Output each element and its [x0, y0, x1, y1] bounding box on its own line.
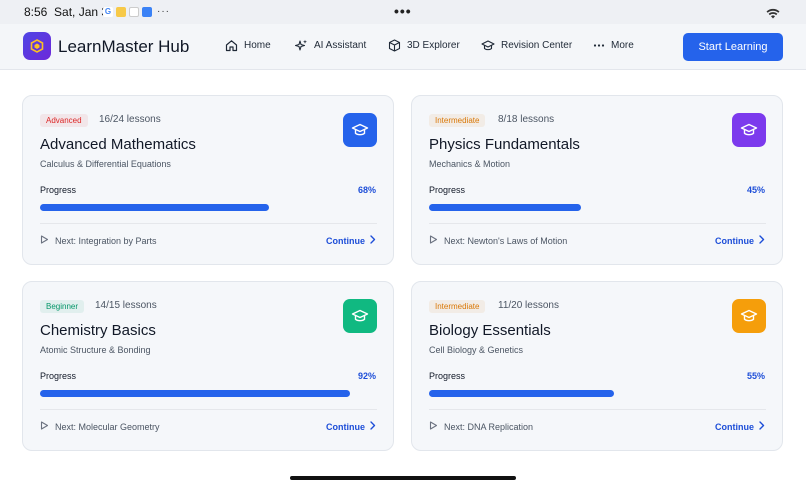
level-badge: Intermediate	[429, 114, 486, 127]
app-icon	[142, 6, 152, 17]
progress-label: Progress	[429, 371, 466, 381]
course-subtitle: Cell Biology & Genetics	[429, 345, 524, 355]
graduation-cap-icon	[343, 299, 377, 333]
progress-fill	[429, 390, 615, 397]
continue-button[interactable]: Continue	[326, 421, 376, 432]
more-dots-icon	[593, 44, 605, 47]
progress-label: Progress	[40, 185, 77, 195]
nav-3d-explorer[interactable]: 3D Explorer	[388, 39, 460, 52]
nav-more-label: More	[611, 40, 634, 51]
next-lesson-label: Next: Molecular Geometry	[55, 421, 160, 432]
nav-home[interactable]: Home	[225, 39, 271, 52]
next-lesson[interactable]: Next: Newton's Laws of Motion	[429, 235, 567, 246]
photos-icon	[129, 6, 139, 17]
google-icon: G	[103, 6, 113, 17]
start-learning-button[interactable]: Start Learning	[683, 33, 783, 61]
progress-fill	[40, 390, 351, 397]
progress-bar	[40, 204, 377, 211]
nav-revision-center-label: Revision Center	[501, 40, 573, 51]
progress-bar	[429, 390, 766, 397]
nav-home-label: Home	[244, 40, 271, 51]
progress-percent: 68%	[357, 185, 376, 195]
continue-label: Continue	[326, 421, 365, 432]
status-bar: 8:56 Sat, Jan 3 G ··· •••	[0, 0, 806, 24]
course-title[interactable]: Biology Essentials	[429, 322, 551, 339]
top-navigation: LearnMaster Hub Home AI Assistant 3D Exp…	[0, 24, 806, 70]
chevron-right-icon	[370, 421, 376, 432]
next-lesson[interactable]: Next: DNA Replication	[429, 421, 533, 432]
progress-fill	[40, 204, 270, 211]
course-subtitle: Mechanics & Motion	[429, 159, 511, 169]
notification-overflow: ···	[157, 6, 170, 17]
nav-ai-assistant-label: AI Assistant	[314, 40, 367, 51]
home-icon	[225, 40, 238, 52]
lesson-count: 16/24 lessons	[99, 114, 161, 125]
nav-more[interactable]: More	[593, 39, 634, 52]
course-card[interactable]: Advanced 16/24 lessons Advanced Mathemat…	[22, 95, 394, 265]
chevron-right-icon	[759, 235, 765, 246]
brand-name[interactable]: LearnMaster Hub	[58, 37, 189, 57]
divider	[429, 409, 766, 410]
lesson-count: 11/20 lessons	[498, 300, 559, 311]
course-title[interactable]: Physics Fundamentals	[429, 136, 580, 153]
graduation-cap-icon	[732, 299, 766, 333]
nav-revision-center[interactable]: Revision Center	[481, 39, 572, 52]
home-indicator[interactable]	[290, 476, 516, 480]
play-icon	[40, 421, 49, 432]
continue-button[interactable]: Continue	[715, 235, 765, 246]
progress-percent: 92%	[357, 371, 376, 381]
chevron-right-icon	[759, 421, 765, 432]
level-badge: Beginner	[40, 300, 85, 313]
progress-fill	[429, 204, 581, 211]
next-lesson[interactable]: Next: Molecular Geometry	[40, 421, 160, 432]
progress-percent: 45%	[746, 185, 765, 195]
lesson-count: 14/15 lessons	[95, 300, 157, 311]
notification-icons: G ···	[103, 6, 170, 17]
graduation-cap-icon	[343, 113, 377, 147]
next-lesson-label: Next: Newton's Laws of Motion	[444, 235, 568, 246]
cube-icon	[388, 39, 401, 52]
course-card[interactable]: Beginner 14/15 lessons Chemistry Basics …	[22, 281, 394, 451]
progress-percent: 55%	[746, 371, 765, 381]
continue-button[interactable]: Continue	[326, 235, 376, 246]
divider	[429, 223, 766, 224]
play-icon	[429, 421, 438, 432]
divider	[40, 223, 377, 224]
chevron-right-icon	[370, 235, 376, 246]
graduation-cap-icon	[481, 40, 495, 51]
course-card[interactable]: Intermediate 11/20 lessons Biology Essen…	[411, 281, 783, 451]
course-card[interactable]: Intermediate 8/18 lessons Physics Fundam…	[411, 95, 783, 265]
next-lesson-label: Next: DNA Replication	[444, 421, 534, 432]
progress-bar	[429, 204, 766, 211]
next-lesson[interactable]: Next: Integration by Parts	[40, 235, 157, 246]
next-lesson-label: Next: Integration by Parts	[55, 235, 157, 246]
graduation-cap-icon	[732, 113, 766, 147]
progress-label: Progress	[429, 185, 466, 195]
continue-label: Continue	[715, 235, 754, 246]
multitask-dots-icon[interactable]: •••	[394, 3, 412, 19]
nav-3d-explorer-label: 3D Explorer	[407, 40, 460, 51]
progress-bar	[40, 390, 377, 397]
continue-button[interactable]: Continue	[715, 421, 765, 432]
play-icon	[40, 235, 49, 246]
continue-label: Continue	[715, 421, 754, 432]
notes-icon	[116, 6, 126, 17]
course-title[interactable]: Advanced Mathematics	[40, 136, 196, 153]
level-badge: Advanced	[40, 114, 88, 127]
nav-ai-assistant[interactable]: AI Assistant	[295, 39, 366, 52]
level-badge: Intermediate	[429, 300, 486, 313]
sparkle-icon	[295, 39, 307, 51]
divider	[40, 409, 377, 410]
course-subtitle: Calculus & Differential Equations	[40, 159, 171, 169]
wifi-icon	[766, 6, 780, 24]
progress-label: Progress	[40, 371, 77, 381]
play-icon	[429, 235, 438, 246]
lesson-count: 8/18 lessons	[498, 114, 555, 125]
logo-icon[interactable]	[23, 32, 51, 60]
status-time: 8:56 Sat, Jan 3	[24, 5, 109, 19]
course-title[interactable]: Chemistry Basics	[40, 322, 156, 339]
continue-label: Continue	[326, 235, 365, 246]
course-subtitle: Atomic Structure & Bonding	[40, 345, 151, 355]
